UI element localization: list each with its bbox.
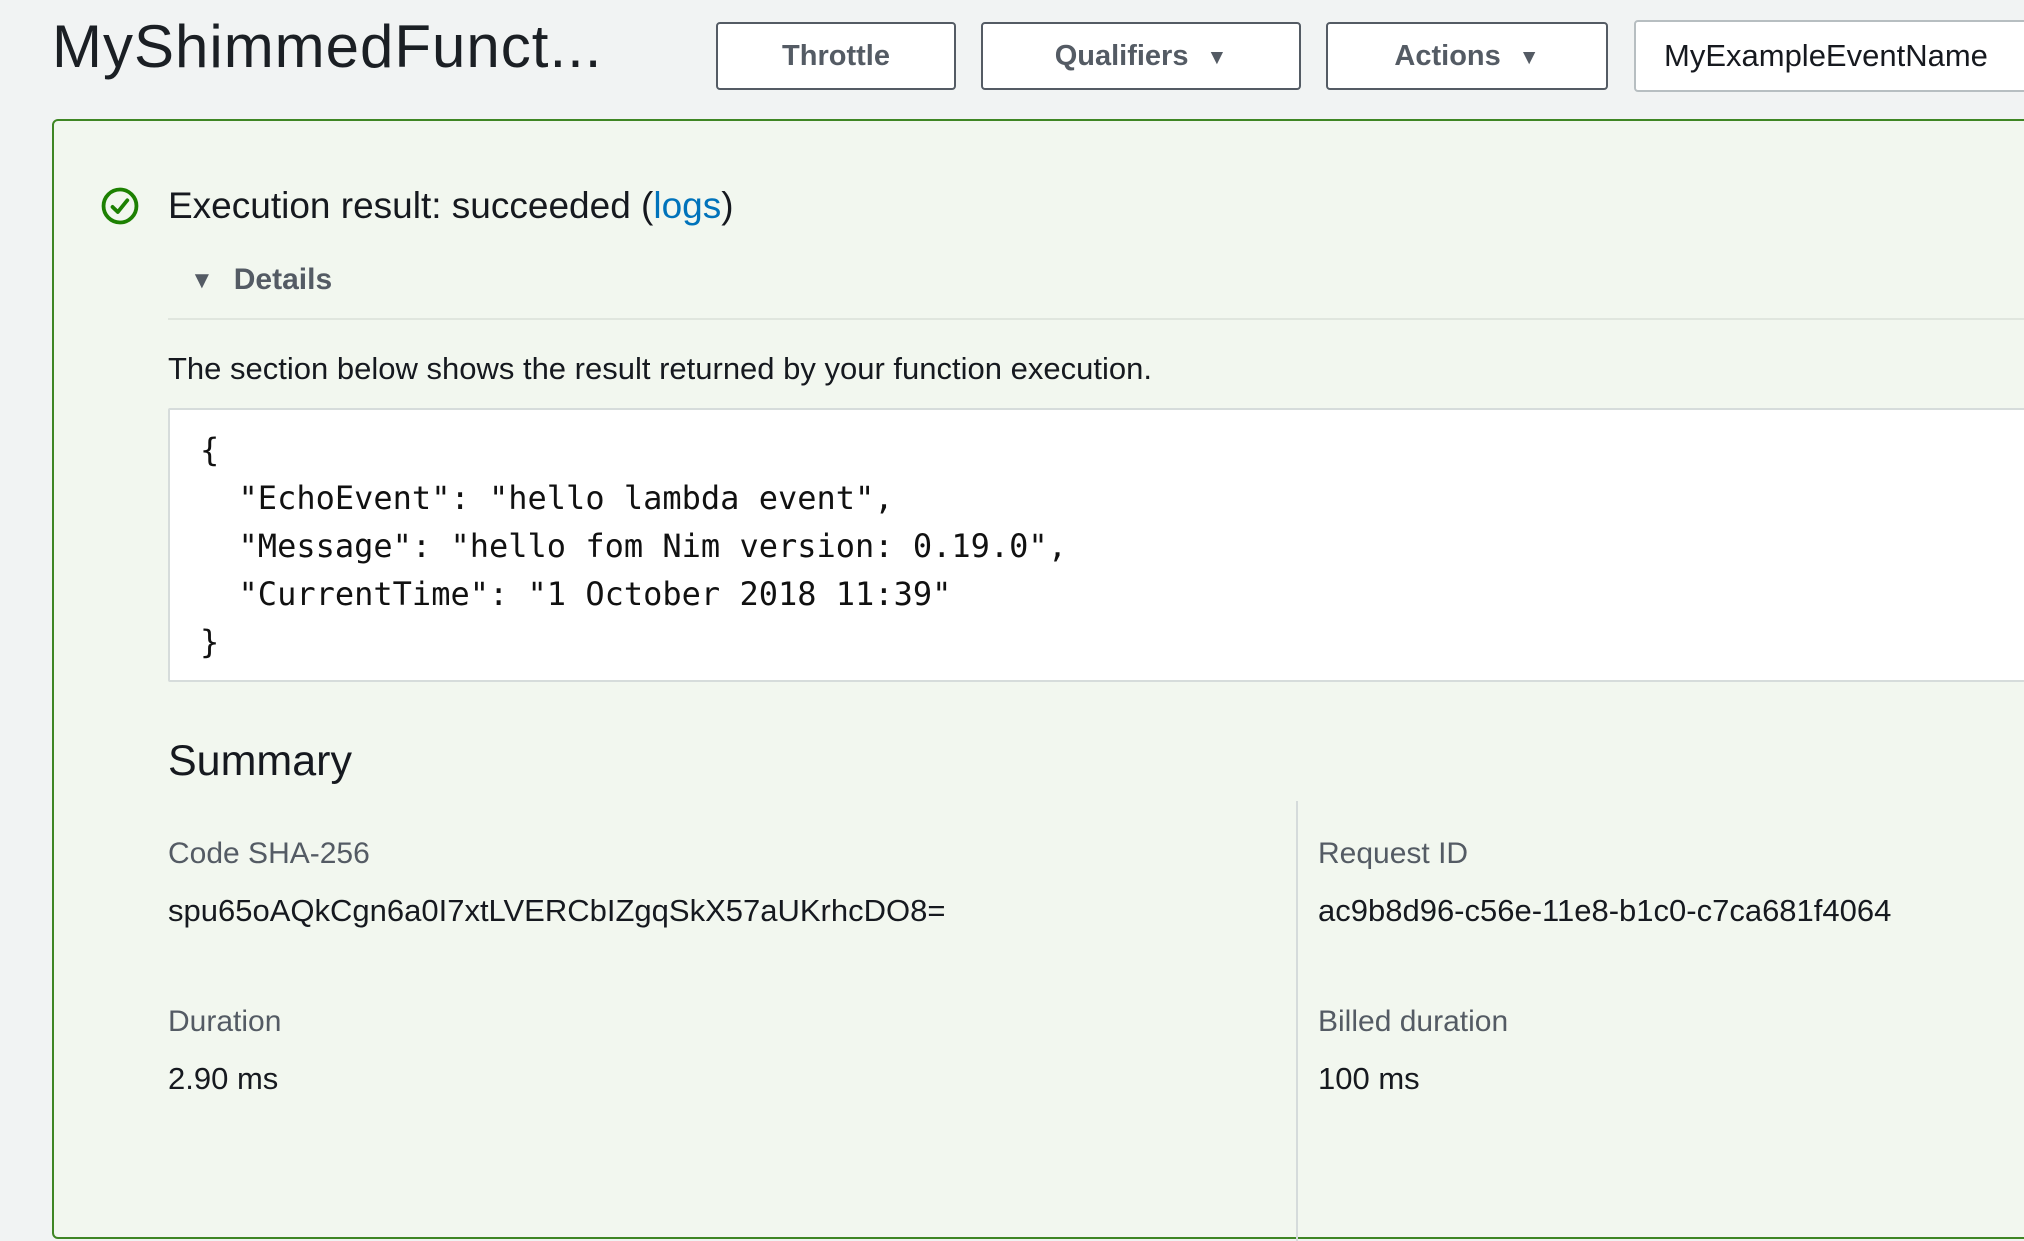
throttle-button-label: Throttle [782,40,890,73]
execution-result-text-close-paren: ) [721,185,733,226]
billed-duration-value: 100 ms [1318,1061,1508,1097]
summary-field-code-sha256: Code SHA-256 spu65oAQkCgn6a0I7xtLVERCbIZ… [168,837,945,929]
summary-field-billed-duration: Billed duration 100 ms [1318,1005,1508,1097]
duration-label: Duration [168,1005,281,1039]
details-toggle[interactable]: ▼ Details [190,263,332,297]
logs-link[interactable]: logs [653,185,721,226]
test-event-selected-value: MyExampleEventName [1664,38,1988,74]
execution-result-panel: Execution result: succeeded (logs) ▼ Det… [52,119,2024,1239]
billed-duration-label: Billed duration [1318,1005,1508,1039]
request-id-value: ac9b8d96-c56e-11e8-b1c0-c7ca681f4064 [1318,893,1891,929]
execution-result-json: { "EchoEvent": "hello lambda event", "Me… [168,408,2024,682]
success-check-circle-icon [101,187,139,225]
summary-field-request-id: Request ID ac9b8d96-c56e-11e8-b1c0-c7ca6… [1318,837,1891,929]
execution-result-heading: Execution result: succeeded (logs) [168,185,734,227]
result-description: The section below shows the result retur… [168,351,1152,387]
page-title: MyShimmedFunct... [52,12,602,81]
qualifiers-button-label: Qualifiers [1055,40,1189,73]
request-id-label: Request ID [1318,837,1891,871]
qualifiers-button[interactable]: Qualifiers ▼ [981,22,1301,90]
summary-column-divider [1296,801,1298,1241]
summary-field-duration: Duration 2.90 ms [168,1005,281,1097]
details-divider [168,318,2024,320]
details-toggle-label: Details [234,263,332,297]
chevron-down-icon: ▼ [1206,47,1227,68]
test-event-select[interactable]: MyExampleEventName [1634,20,2024,92]
actions-button[interactable]: Actions ▼ [1326,22,1608,90]
duration-value: 2.90 ms [168,1061,281,1097]
summary-heading: Summary [168,737,352,786]
execution-result-text: Execution result: succeeded ( [168,185,653,226]
code-sha256-value: spu65oAQkCgn6a0I7xtLVERCbIZgqSkX57aUKrhc… [168,893,945,929]
code-sha256-label: Code SHA-256 [168,837,945,871]
actions-button-label: Actions [1394,40,1500,73]
throttle-button[interactable]: Throttle [716,22,956,90]
chevron-down-icon: ▼ [1519,47,1540,68]
triangle-down-icon: ▼ [190,269,214,293]
